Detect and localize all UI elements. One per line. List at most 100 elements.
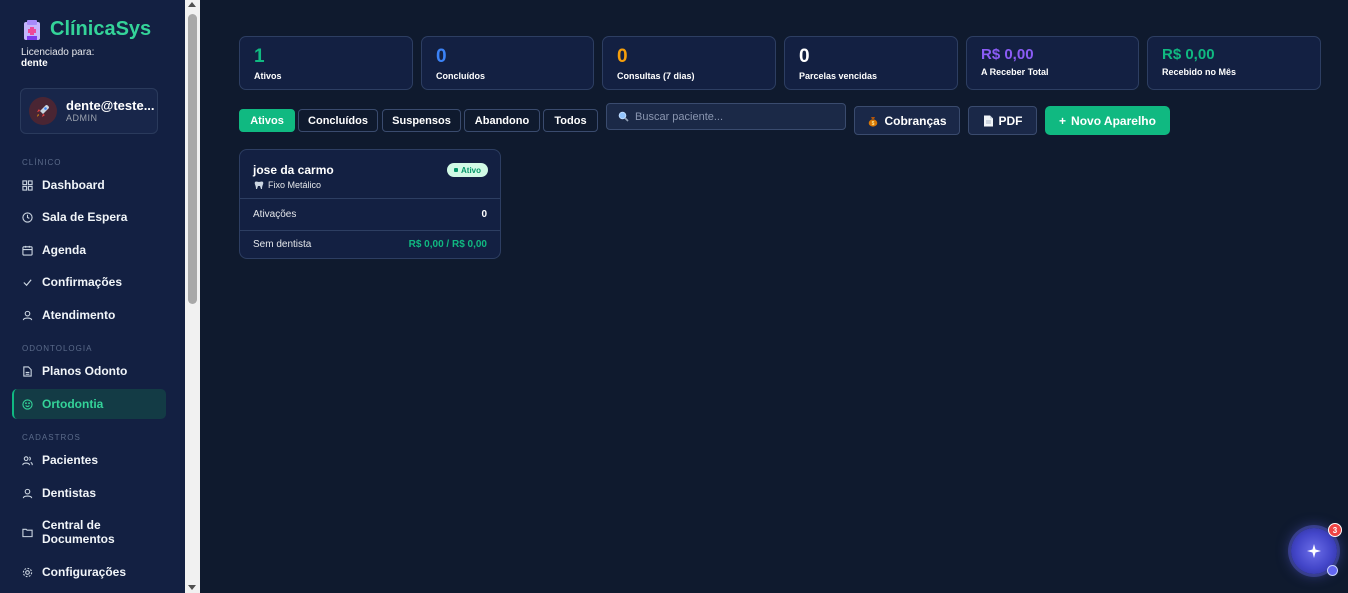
card-divider xyxy=(240,230,500,231)
stat-value: 0 xyxy=(799,46,810,67)
sidebar-item-label: Central de xyxy=(42,518,101,532)
brand[interactable]: ClínicaSys xyxy=(22,18,151,41)
filter-tab-concluidos[interactable]: Concluídos xyxy=(298,109,378,132)
stat-value: 0 xyxy=(436,46,447,67)
sparkle-icon xyxy=(1307,544,1321,558)
status-dot xyxy=(1327,565,1338,576)
sidebar-item-label: Dashboard xyxy=(42,178,105,192)
activations-row: Ativações 0 xyxy=(253,209,487,220)
user-email: dente@teste... xyxy=(66,98,155,113)
stat-ativos: 1 Ativos xyxy=(239,36,413,90)
sidebar-item-dashboard[interactable]: Dashboard xyxy=(12,178,166,192)
cobrancas-label: Cobranças xyxy=(884,113,947,128)
cobrancas-button[interactable]: $ Cobranças xyxy=(854,106,960,135)
tooth-icon xyxy=(254,181,264,189)
sidebar-item-central-de-documentos[interactable]: Central de Documentos xyxy=(12,518,166,546)
sidebar-item-pacientes[interactable]: Pacientes xyxy=(12,453,166,467)
sidebar-item-configuracoes[interactable]: Configurações xyxy=(12,565,166,579)
status-label: Ativo xyxy=(461,165,481,175)
app-name: ClínicaSys xyxy=(50,18,152,40)
stat-concluidos: 0 Concluídos xyxy=(421,36,594,90)
stat-value: R$ 0,00 xyxy=(1162,46,1215,63)
sidebar-item-label: Dentistas xyxy=(42,486,97,500)
sidebar-item-label: Confirmações xyxy=(42,275,123,289)
sidebar-item-label: Atendimento xyxy=(42,308,116,322)
sidebar-item-label: Planos Odonto xyxy=(42,364,128,378)
sidebar-item-label: Configurações xyxy=(42,565,127,579)
filter-tab-abandono[interactable]: Abandono xyxy=(464,109,540,132)
activations-label: Ativações xyxy=(253,209,297,220)
card-divider xyxy=(240,198,500,199)
sidebar-item-label-line2: Documentos xyxy=(42,532,115,546)
scroll-up-arrow-icon[interactable] xyxy=(188,2,196,7)
filter-tab-suspensos[interactable]: Suspensos xyxy=(382,109,461,132)
stat-label: Parcelas vencidas xyxy=(799,71,878,81)
smile-icon xyxy=(22,398,33,410)
status-badge: Ativo xyxy=(447,163,488,177)
sidebar-item-confirmacoes[interactable]: Confirmações xyxy=(12,275,166,289)
sidebar-item-label: Pacientes xyxy=(42,453,99,467)
money-bag-icon: $ xyxy=(869,116,878,127)
sidebar-scrollbar[interactable] xyxy=(185,0,200,593)
stat-consultas: 0 Consultas (7 dias) xyxy=(602,36,776,90)
document-icon xyxy=(23,365,32,377)
users-icon xyxy=(22,455,33,465)
user-role: ADMIN xyxy=(66,113,98,123)
pdf-label: PDF xyxy=(998,113,1023,128)
novo-aparelho-label: Novo Aparelho xyxy=(1071,113,1156,128)
dentist-label: Sem dentista xyxy=(253,239,312,250)
stat-value: 0 xyxy=(617,46,628,67)
amounts-value: R$ 0,00 / R$ 0,00 xyxy=(408,239,487,250)
user-card[interactable]: dente@teste... ADMIN xyxy=(20,88,158,134)
calendar-icon xyxy=(22,245,33,256)
avatar xyxy=(29,97,57,125)
section-cadastros: CADASTROS xyxy=(22,433,81,442)
sidebar-item-dentistas[interactable]: Dentistas xyxy=(12,486,166,500)
licensed-user: dente xyxy=(21,58,48,69)
user-icon xyxy=(22,488,33,498)
scroll-thumb[interactable] xyxy=(188,14,197,304)
settings-icon xyxy=(22,567,33,577)
sidebar-item-planos-odonto[interactable]: Planos Odonto xyxy=(12,364,166,378)
pdf-button[interactable]: PDF xyxy=(968,106,1037,135)
licensed-label: Licenciado para: xyxy=(21,47,95,58)
novo-aparelho-button[interactable]: + Novo Aparelho xyxy=(1045,106,1170,135)
sidebar: ClínicaSys Licenciado para: dente dente@… xyxy=(0,0,185,593)
patient-card[interactable]: jose da carmo Fixo Metálico Ativo Ativaç… xyxy=(239,149,501,259)
status-dot-icon xyxy=(454,168,458,172)
document-icon xyxy=(983,115,993,126)
clock-icon xyxy=(22,211,33,223)
sidebar-item-label: Agenda xyxy=(42,243,87,257)
plus-icon: + xyxy=(1059,113,1067,128)
filter-tab-ativos[interactable]: Ativos xyxy=(239,109,295,132)
sidebar-item-ortodontia[interactable]: Ortodontia xyxy=(12,389,166,419)
stat-label: A Receber Total xyxy=(981,67,1049,77)
search-icon xyxy=(618,111,629,122)
sidebar-item-sala-de-espera[interactable]: Sala de Espera xyxy=(12,210,166,224)
stat-label: Recebido no Mês xyxy=(1162,67,1237,77)
stat-a-receber-total: R$ 0,00 A Receber Total xyxy=(966,36,1139,90)
stat-recebido-no-mes: R$ 0,00 Recebido no Mês xyxy=(1147,36,1321,90)
grid-icon xyxy=(22,179,33,191)
section-clinico: CLÍNICO xyxy=(22,158,62,167)
filter-tab-todos[interactable]: Todos xyxy=(543,109,598,132)
stat-label: Ativos xyxy=(254,71,282,81)
appliance-type: Fixo Metálico xyxy=(254,180,321,190)
section-odontologia: ODONTOLOGIA xyxy=(22,344,93,353)
stat-label: Concluídos xyxy=(436,71,485,81)
stat-parcelas-vencidas: 0 Parcelas vencidas xyxy=(784,36,958,90)
sidebar-item-agenda[interactable]: Agenda xyxy=(12,243,166,257)
folder-icon xyxy=(22,528,33,537)
scroll-down-arrow-icon[interactable] xyxy=(188,585,196,590)
sidebar-item-atendimento[interactable]: Atendimento xyxy=(12,308,166,322)
appliance-label: Fixo Metálico xyxy=(268,180,322,190)
activations-value: 0 xyxy=(481,209,487,220)
notification-badge: 3 xyxy=(1328,523,1342,537)
sidebar-item-label: Ortodontia xyxy=(42,397,104,411)
search-input[interactable] xyxy=(635,110,835,123)
svg-text:$: $ xyxy=(872,121,875,127)
sidebar-item-label: Sala de Espera xyxy=(42,210,128,224)
check-icon xyxy=(23,278,32,286)
search-box[interactable] xyxy=(606,103,846,130)
dentist-row: Sem dentista R$ 0,00 / R$ 0,00 xyxy=(253,239,487,250)
